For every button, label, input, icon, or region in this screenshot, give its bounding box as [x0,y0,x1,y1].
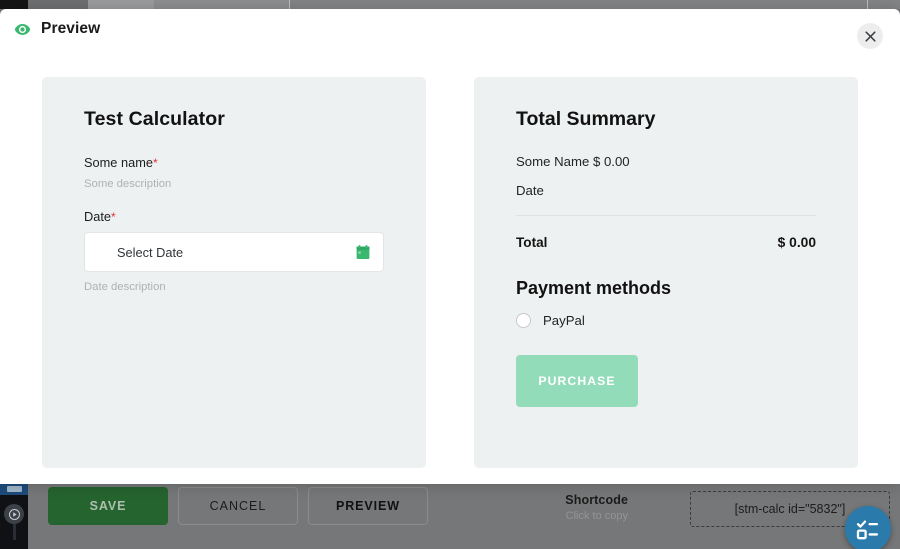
field-label: Date* [84,209,384,224]
screen: SAVE CANCEL PREVIEW Shortcode Click to c… [0,0,900,549]
play-circle-icon [8,508,20,520]
summary-line: Date [516,183,544,198]
field-label: Some name* [84,155,384,170]
date-input-placeholder: Select Date [117,244,184,260]
date-input[interactable]: Select Date [84,232,384,272]
field-description: Some description [84,178,172,190]
total-row: Total $ 0.00 [516,235,816,250]
preview-panels: Test Calculator Some name* Some descript… [0,61,900,484]
close-icon [864,30,876,42]
background-strip-segment [868,0,900,9]
sidebar-active-item[interactable] [0,484,28,495]
sidebar-collapse-button[interactable] [4,504,24,524]
shortcode-hint: Click to copy [565,509,628,522]
required-marker: * [153,156,158,170]
cancel-button[interactable]: CANCEL [178,487,298,525]
background-strip-segment [88,0,154,9]
radio-icon[interactable] [516,313,531,328]
sidebar-item-glyph [7,486,22,492]
background-top-strip [0,0,900,9]
background-strip-segment [154,0,289,9]
summary-divider [516,215,816,216]
close-button[interactable] [857,23,883,49]
editor-action-bar: SAVE CANCEL PREVIEW Shortcode Click to c… [28,484,900,549]
sidebar-stem [13,524,16,540]
total-label: Total [516,235,548,250]
checklist-icon [856,520,878,540]
modal-header: Preview [0,9,900,61]
required-marker: * [111,210,116,224]
field-some-name: Some name* Some description [84,155,384,190]
total-value: $ 0.00 [777,235,816,250]
field-label-text: Some name [84,155,153,170]
shortcode-info: Shortcode Click to copy [565,492,628,524]
background-strip-segment [28,0,88,9]
checklist-fab-button[interactable] [845,506,891,549]
purchase-button[interactable]: PURCHASE [516,355,638,407]
total-summary-panel: Total Summary Some Name $ 0.00 Date Tota… [474,77,858,468]
field-label-text: Date [84,209,112,224]
summary-line: Some Name $ 0.00 [516,154,630,169]
modal-title-group: Preview [14,20,100,38]
field-date: Date* Select Date Date description [84,209,384,293]
summary-title: Total Summary [516,108,656,130]
calculator-form-panel: Test Calculator Some name* Some descript… [42,77,426,468]
preview-button[interactable]: PREVIEW [308,487,428,525]
background-strip-segment [0,0,28,9]
payment-method-label: PayPal [543,313,585,328]
calculator-title: Test Calculator [84,108,225,130]
payment-method-paypal[interactable]: PayPal [516,313,816,328]
background-strip-segment [290,0,867,9]
field-description: Date description [84,281,166,293]
preview-modal: Preview Test Calculator Some name* Some … [0,9,900,484]
calendar-icon [356,245,370,259]
page-title: Preview [41,20,101,37]
eye-icon [14,23,31,35]
save-button[interactable]: SAVE [48,487,168,525]
shortcode-title: Shortcode [565,493,628,507]
payment-methods-title: Payment methods [516,278,672,298]
admin-sidebar [0,484,28,549]
